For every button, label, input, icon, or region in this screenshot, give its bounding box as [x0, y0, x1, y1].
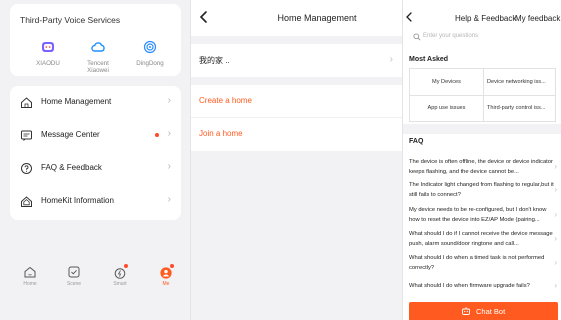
bottom-tab-bar: Home Scene Smart Me [0, 260, 190, 320]
most-asked-grid: My Devices Device networking iss... App … [409, 68, 556, 122]
join-home-button[interactable]: Join a home [191, 118, 402, 151]
faq-question: The Indicator light changed from flashin… [409, 182, 554, 198]
chat-bot-label: Chat Bot [476, 307, 506, 316]
chevron-right-icon: › [167, 161, 171, 172]
voice-service-tencent[interactable]: Tencent Xiaowei [70, 40, 126, 74]
unread-dot [155, 133, 159, 137]
smart-tab-icon [114, 264, 128, 279]
voice-services-card: Third-Party Voice Services XIAODU Tencen… [10, 4, 181, 76]
tab-me[interactable]: Me [148, 264, 184, 287]
home-name: 我的家 .. [199, 56, 230, 65]
menu-item-label: Message Center [41, 130, 100, 139]
tab-scene[interactable]: Scene [56, 266, 92, 287]
tab-label: Me [162, 281, 170, 287]
chevron-right-icon: › [167, 194, 171, 205]
dingdong-icon [143, 40, 157, 54]
voice-service-label: XIAODU [36, 60, 60, 67]
help-icon [21, 163, 32, 174]
chevron-right-icon: › [554, 210, 557, 219]
create-home-button[interactable]: Create a home [191, 85, 402, 118]
faq-item[interactable]: What should I do when a timed task is no… [409, 254, 554, 273]
tab-home[interactable]: Home [12, 266, 48, 287]
me-panel: Third-Party Voice Services XIAODU Tencen… [0, 0, 190, 320]
faq-question: What should I do when firmware upgrade f… [409, 283, 530, 289]
chevron-right-icon: › [389, 54, 393, 65]
faq-item[interactable]: What should I do when firmware upgrade f… [409, 282, 554, 292]
menu-item-homekit-information[interactable]: HomeKit Information › [10, 185, 181, 218]
home-item[interactable]: 我的家 .. › [191, 44, 402, 77]
robot-icon [462, 307, 470, 315]
me-badge-dot [170, 264, 174, 268]
settings-menu-card: Home Management › Message Center › FAQ &… [10, 86, 181, 220]
section-divider [403, 124, 561, 134]
tab-smart[interactable]: Smart [102, 264, 138, 287]
smart-badge-dot [124, 264, 128, 268]
back-arrow-icon[interactable] [197, 9, 211, 25]
help-feedback-panel: Help & Feedback My feedback Enter your q… [402, 0, 561, 320]
chevron-right-icon: › [554, 234, 557, 243]
faq-title: FAQ [409, 138, 424, 145]
faq-item[interactable]: The Indicator light changed from flashin… [409, 181, 554, 200]
nav-header: Home Management [191, 0, 402, 36]
search-bar[interactable]: Enter your questions [409, 30, 556, 44]
most-asked-my-devices[interactable]: My Devices [410, 69, 483, 95]
faq-item[interactable]: My device needs to be re-configured, but… [409, 206, 554, 225]
voice-service-dingdong[interactable]: DingDong [122, 40, 178, 67]
my-feedback-link[interactable]: My feedback [515, 14, 560, 23]
tencent-xiaowei-icon [91, 42, 105, 52]
most-asked-third-party-control[interactable]: Third-party control iss... [487, 95, 560, 121]
home-tab-icon [24, 266, 36, 278]
back-arrow-icon[interactable] [405, 12, 413, 22]
menu-item-label: HomeKit Information [41, 196, 114, 205]
page-title: Help & Feedback [455, 14, 517, 23]
search-input[interactable]: Enter your questions [423, 33, 478, 39]
menu-item-label: FAQ & Feedback [41, 163, 102, 172]
chevron-right-icon: › [554, 162, 557, 171]
chevron-right-icon: › [167, 95, 171, 106]
me-tab-icon [160, 264, 174, 279]
faq-question: What should I do if I cannot receive the… [409, 231, 553, 247]
menu-item-message-center[interactable]: Message Center › [10, 119, 181, 152]
chat-bot-button[interactable]: Chat Bot [409, 302, 558, 320]
faq-question: My device needs to be re-configured, but… [409, 207, 547, 223]
xiaodu-icon [42, 42, 54, 52]
faq-item[interactable]: The device is often offline, the device … [409, 158, 554, 177]
menu-item-home-management[interactable]: Home Management › [10, 86, 181, 119]
faq-question: What should I do when a timed task is no… [409, 255, 545, 271]
voice-service-label: DingDong [136, 60, 164, 67]
chevron-right-icon: › [554, 281, 557, 290]
search-icon [413, 33, 421, 41]
most-asked-title: Most Asked [409, 56, 449, 63]
voice-service-label: Tencent Xiaowei [87, 60, 109, 75]
voice-services-title: Third-Party Voice Services [20, 15, 121, 25]
home-management-panel: Home Management 我的家 .. › Create a home J… [190, 0, 402, 320]
home-icon [21, 97, 32, 108]
menu-item-label: Home Management [41, 97, 112, 106]
menu-item-faq-feedback[interactable]: FAQ & Feedback › [10, 152, 181, 185]
message-icon [21, 130, 32, 141]
scene-tab-icon [68, 266, 80, 278]
tab-label: Scene [66, 281, 82, 287]
home-actions: Create a home Join a home [191, 85, 402, 151]
chevron-right-icon: › [167, 128, 171, 139]
create-home-label: Create a home [199, 96, 252, 105]
homekit-icon [21, 196, 32, 207]
most-asked-device-networking[interactable]: Device networking iss... [487, 69, 560, 95]
chevron-right-icon: › [554, 185, 557, 194]
page-title: Home Management [277, 13, 357, 23]
home-list: 我的家 .. › [191, 44, 402, 77]
faq-item[interactable]: What should I do if I cannot receive the… [409, 230, 554, 249]
most-asked-app-use[interactable]: App use issues [410, 95, 483, 121]
voice-service-xiaodu[interactable]: XIAODU [20, 40, 76, 67]
tab-label: Smart [113, 281, 127, 287]
faq-question: The device is often offline, the device … [409, 159, 553, 175]
join-home-label: Join a home [199, 129, 243, 138]
chevron-right-icon: › [554, 258, 557, 267]
tab-label: Home [23, 281, 37, 287]
